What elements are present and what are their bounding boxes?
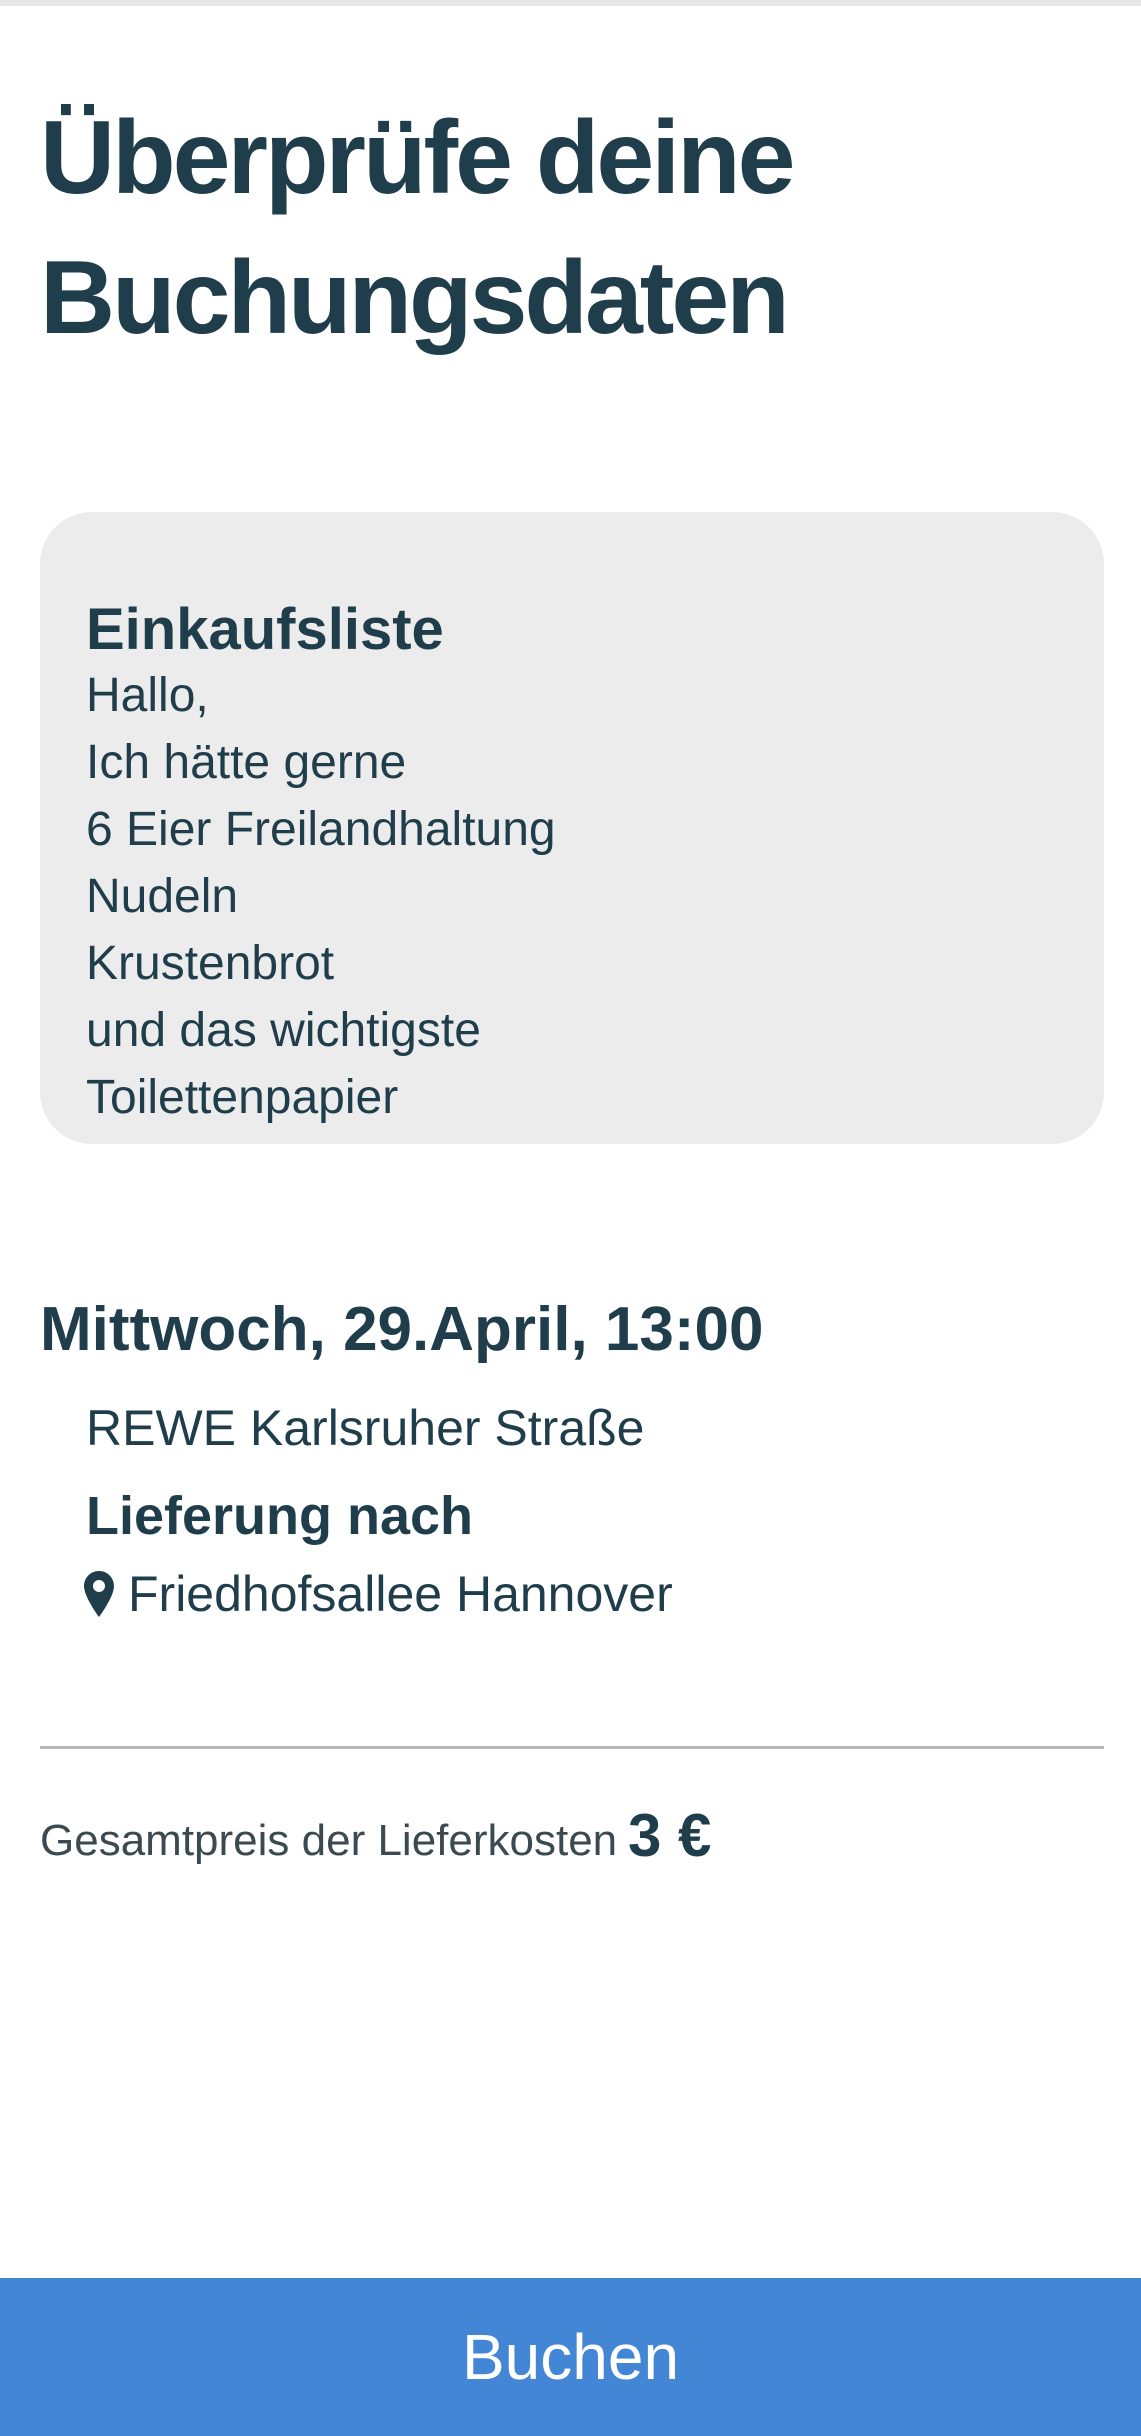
top-border — [0, 0, 1141, 6]
page-title-line-2: Buchungsdaten — [40, 240, 790, 356]
shopping-list-line: Hallo, — [86, 669, 209, 722]
booking-review-screen: Überprüfe deine Buchungsdaten Einkaufsli… — [0, 0, 1141, 2436]
shopping-list-line: und das wichtigste — [86, 1004, 481, 1057]
book-button[interactable]: Buchen — [0, 2278, 1141, 2436]
page-title: Überprüfe deine Buchungsdaten — [40, 88, 1100, 368]
delivery-label: Lieferung nach — [86, 1486, 474, 1546]
map-pin-icon — [84, 1571, 114, 1617]
shopping-list-line: Nudeln — [86, 870, 239, 923]
shopping-list-line: Ich hätte gerne — [86, 736, 407, 789]
page-title-line-1: Überprüfe deine — [40, 100, 795, 216]
divider — [40, 1746, 1104, 1749]
delivery-address: Friedhofsallee Hannover — [84, 1558, 673, 1630]
booking-date-time: Mittwoch, 29.April, 13:00 — [40, 1295, 764, 1364]
shopping-list-line: Toilettenpapier — [86, 1071, 399, 1124]
delivery-cost-value: 3 € — [628, 1802, 712, 1869]
shopping-list-lines: Hallo, Ich hätte gerne 6 Eier Freilandha… — [86, 662, 1066, 1144]
delivery-address-text: Friedhofsallee Hannover — [128, 1566, 673, 1622]
shopping-list-line: 6 Eier Freilandhaltung — [86, 803, 556, 856]
store-name: REWE Karlsruher Straße — [86, 1400, 645, 1456]
shopping-list-card[interactable]: Einkaufsliste Hallo, Ich hätte gerne 6 E… — [40, 512, 1104, 1144]
shopping-list-line: Krustenbrot — [86, 937, 335, 990]
shopping-list-line: vielen Dank — [86, 1131, 1066, 1144]
delivery-cost-label: Gesamtpreis der Lieferkosten — [40, 1816, 618, 1865]
